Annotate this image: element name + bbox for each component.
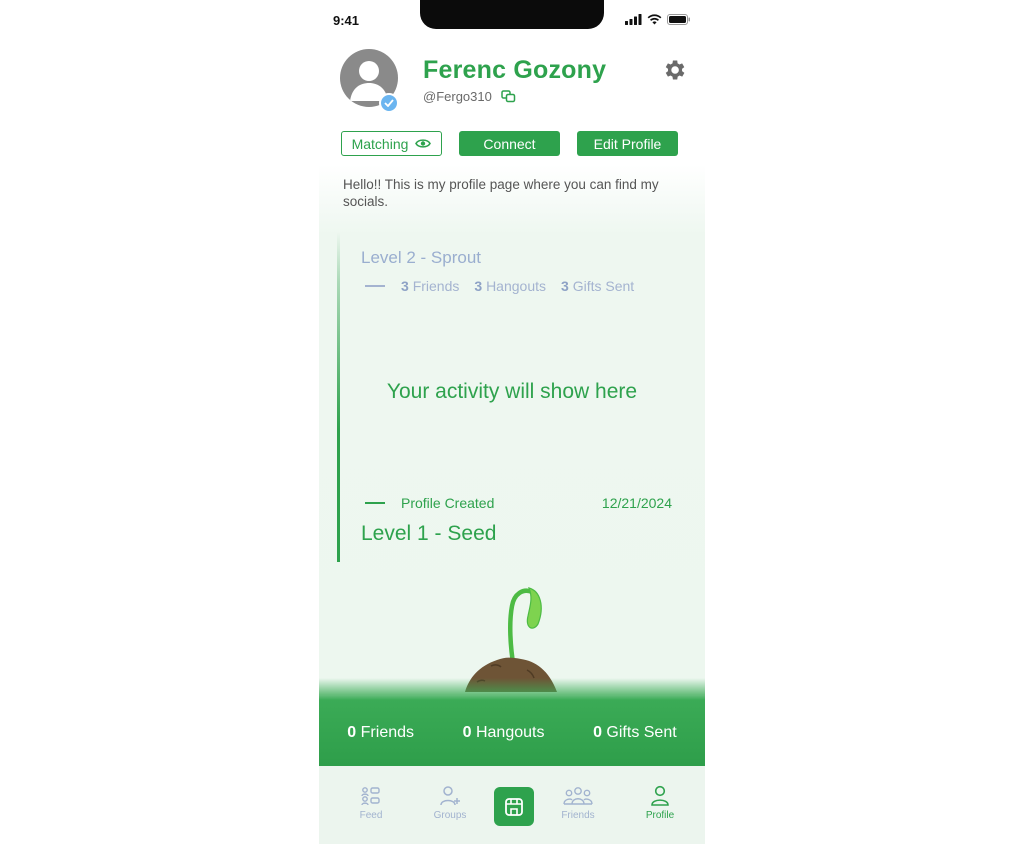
nav-label-friends: Friends [561, 810, 595, 821]
nav-item-feed[interactable]: Feed [341, 785, 401, 821]
profile-icon [651, 785, 669, 806]
timeline-event-profile-created: Profile Created 12/21/2024 [365, 495, 672, 511]
profile-handle: @Fergo310 [423, 89, 492, 104]
settings-gear-icon[interactable] [661, 57, 687, 83]
nav-item-store[interactable] [494, 787, 534, 826]
level-stat-gifts: 3 Gifts Sent [561, 278, 635, 294]
connect-button[interactable]: Connect [459, 131, 560, 156]
level-stat-friends: 3 Friends [401, 278, 460, 294]
profile-bio: Hello!! This is my profile page where yo… [343, 177, 659, 209]
wifi-icon [647, 14, 662, 25]
feed-icon [361, 787, 380, 806]
edit-profile-button[interactable]: Edit Profile [577, 131, 678, 156]
nav-item-friends[interactable]: Friends [548, 785, 608, 821]
status-time: 9:41 [333, 13, 360, 28]
verified-badge-icon [379, 93, 399, 113]
total-gifts-sent[interactable]: 0 Gifts Sent [593, 724, 677, 742]
current-level-stats: 3 Friends 3 Hangouts 3 Gifts Sent [365, 278, 649, 294]
totals-band [319, 678, 705, 766]
start-level-title: Level 1 - Seed [361, 522, 497, 545]
matching-label: Matching [351, 135, 409, 152]
friends-icon [563, 787, 593, 805]
total-friends[interactable]: 0 Friends [347, 724, 414, 742]
timeline-dash [365, 285, 385, 287]
cellular-signal-icon [625, 14, 642, 25]
activity-empty-message: Your activity will show here [386, 380, 638, 403]
phone-screen: 9:41 Ferenc Gozony @Fergo310 Matching Co… [319, 0, 705, 844]
nav-label-groups: Groups [433, 810, 467, 821]
nav-label-profile: Profile [645, 810, 675, 821]
total-hangouts[interactable]: 0 Hangouts [463, 724, 545, 742]
battery-icon [667, 14, 690, 25]
device-notch [420, 0, 604, 29]
timeline-dash [365, 502, 385, 504]
eye-icon [415, 139, 432, 148]
nav-item-profile[interactable]: Profile [630, 785, 690, 821]
add-user-icon [440, 786, 460, 806]
handle-row: @Fergo310 [423, 89, 516, 104]
totals-stats: 0 Friends 0 Hangouts 0 Gifts Sent [319, 724, 705, 742]
event-label: Profile Created [401, 495, 495, 511]
level-stat-hangouts: 3 Hangouts [474, 278, 546, 294]
matching-toggle-button[interactable]: Matching [341, 131, 442, 156]
bottom-nav: Feed Groups Friends Profile [319, 766, 705, 844]
profile-name: Ferenc Gozony [423, 56, 607, 84]
nav-label-feed: Feed [359, 810, 383, 821]
nav-item-groups[interactable]: Groups [420, 785, 480, 821]
event-date: 12/21/2024 [601, 495, 672, 511]
status-icons [625, 14, 691, 25]
current-level-title: Level 2 - Sprout [361, 248, 482, 267]
copy-icon[interactable] [501, 90, 516, 103]
store-icon [505, 797, 523, 816]
